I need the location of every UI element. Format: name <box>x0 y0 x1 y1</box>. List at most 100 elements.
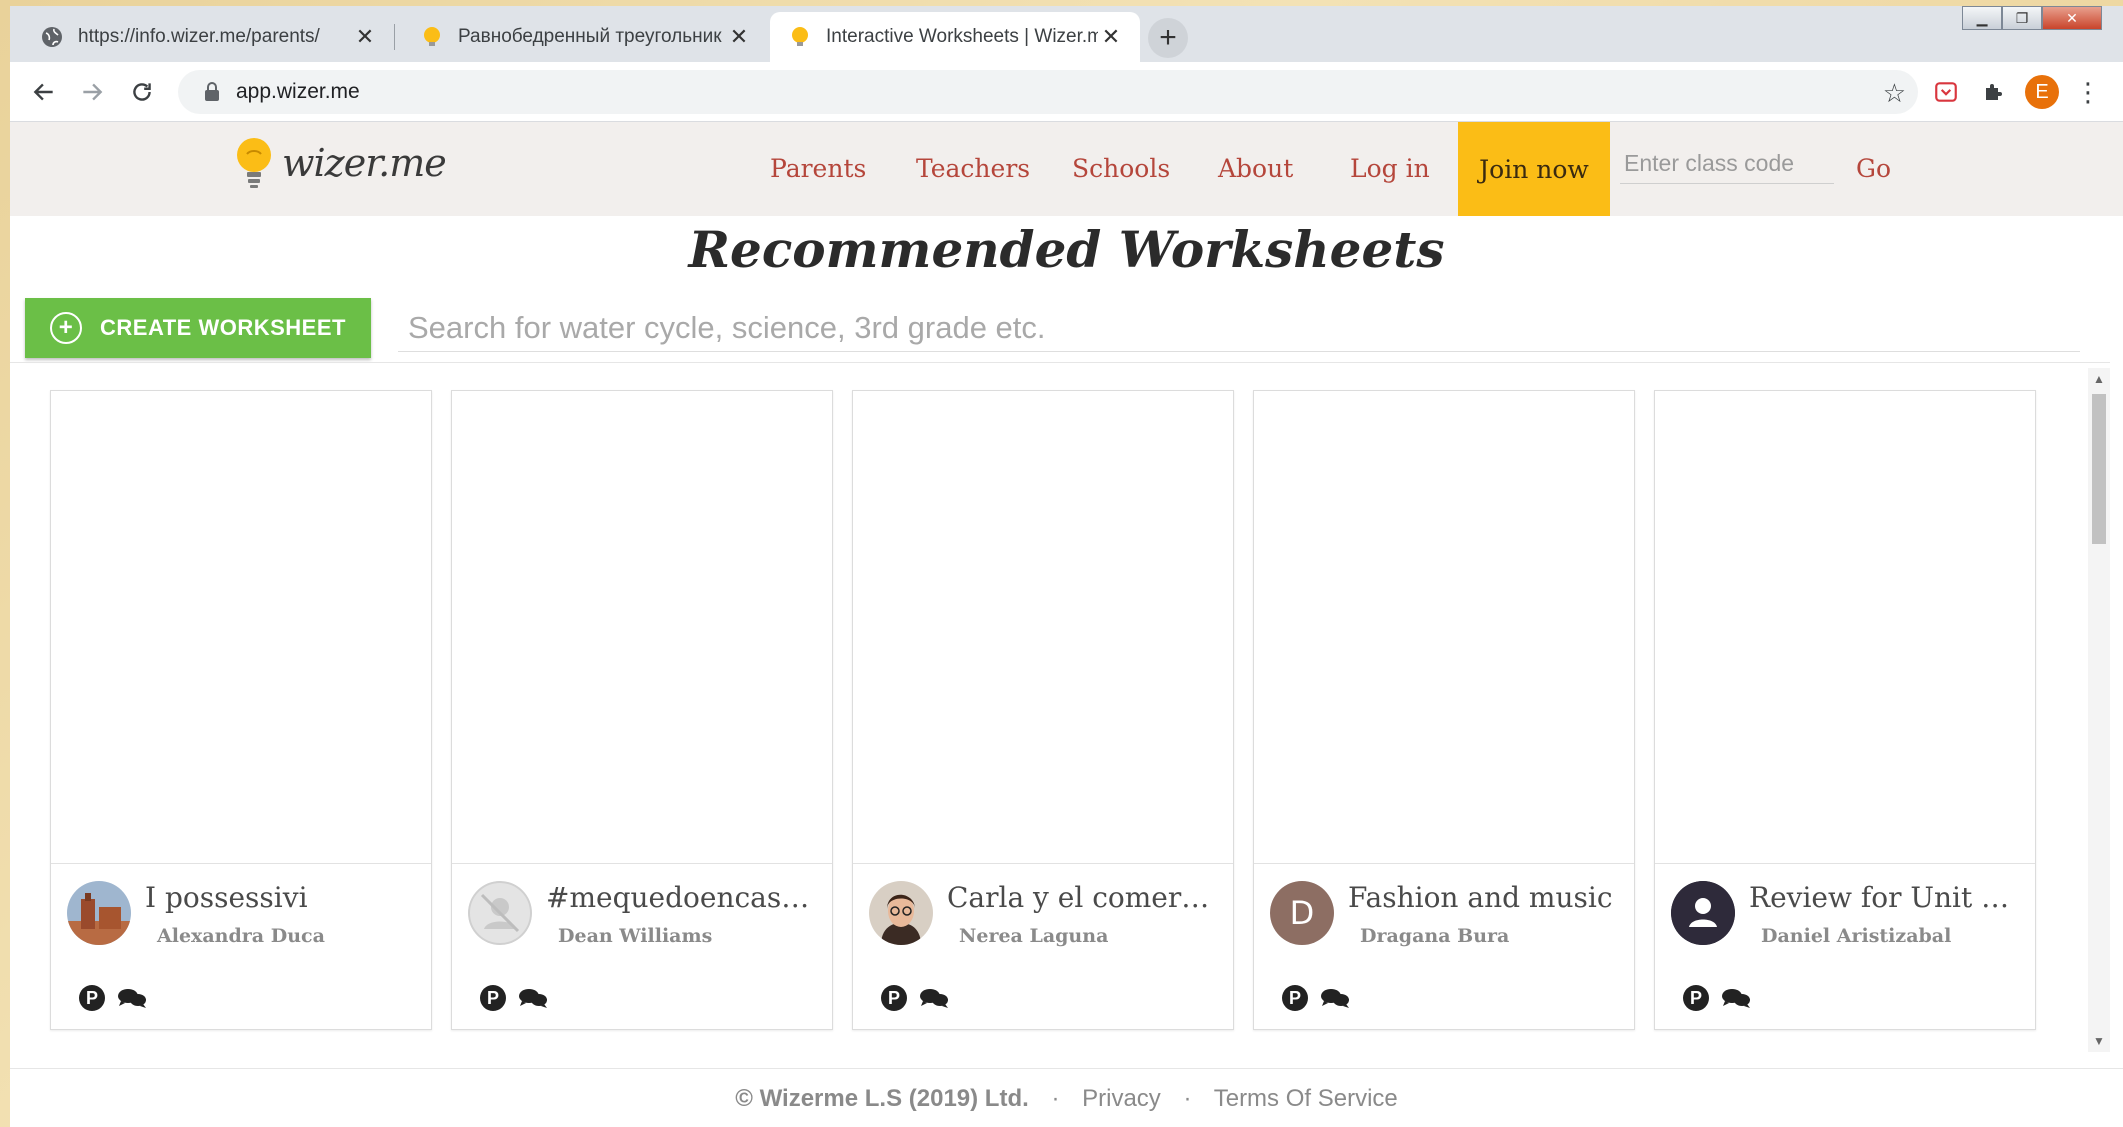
worksheet-thumbnail[interactable] <box>452 391 832 864</box>
close-icon[interactable]: ✕ <box>352 24 378 50</box>
pocket-icon <box>1935 82 1957 102</box>
scrollbar-thumb[interactable] <box>2092 394 2106 544</box>
close-icon[interactable]: ✕ <box>726 24 752 50</box>
scrollbar[interactable]: ▲ ▼ <box>2088 368 2110 1052</box>
minimize-button[interactable]: ▁ <box>1962 6 2002 30</box>
worksheet-title[interactable]: I possessivi <box>145 881 417 914</box>
menu-button[interactable]: ⋮ <box>2068 72 2108 112</box>
nav-login[interactable]: Log in <box>1350 154 1430 183</box>
tab-title: https://info.wizer.me/parents/ <box>78 26 320 47</box>
minimize-icon: ▁ <box>1976 9 1988 26</box>
new-tab-button[interactable]: + <box>1148 18 1188 58</box>
forward-button[interactable] <box>72 72 112 112</box>
profile-button[interactable]: E <box>2022 72 2062 112</box>
puzzle-icon <box>1986 84 2002 100</box>
worksheet-thumbnail[interactable] <box>1655 391 2035 864</box>
star-icon[interactable]: ☆ <box>1883 78 1906 109</box>
card-actions: P <box>79 985 147 1011</box>
author-avatar[interactable]: D <box>1270 881 1334 945</box>
scroll-down-arrow-icon[interactable]: ▼ <box>2088 1034 2110 1048</box>
scroll-up-arrow-icon[interactable]: ▲ <box>2088 372 2110 386</box>
lock-icon <box>205 82 219 101</box>
class-code-input[interactable] <box>1620 144 1834 184</box>
create-worksheet-label: CREATE WORKSHEET <box>100 315 346 340</box>
join-now-button[interactable]: Join now <box>1458 122 1610 216</box>
comments-icon[interactable] <box>117 986 147 1010</box>
comments-icon[interactable] <box>518 986 548 1010</box>
pinterest-icon[interactable]: P <box>1282 985 1308 1011</box>
separator-dot: · <box>1051 1085 1060 1112</box>
nav-about[interactable]: About <box>1218 154 1293 183</box>
tab-strip: https://info.wizer.me/parents/ ✕ Равнобе… <box>10 6 2123 62</box>
terms-link[interactable]: Terms Of Service <box>1214 1085 1398 1112</box>
worksheet-card[interactable]: Carla y el comerci... Nerea Laguna P <box>852 390 1234 1030</box>
restore-button[interactable]: ❐ <box>2002 6 2042 30</box>
comments-icon[interactable] <box>1320 986 1350 1010</box>
search-input[interactable] <box>398 304 2080 352</box>
close-icon[interactable]: ✕ <box>1098 24 1124 50</box>
worksheet-title[interactable]: Fashion and music <box>1348 881 1620 914</box>
reload-icon <box>133 83 151 101</box>
tab-interactive-worksheets[interactable]: Interactive Worksheets | Wizer.m ✕ <box>770 12 1140 62</box>
nav-schools[interactable]: Schools <box>1072 154 1170 183</box>
separator-dot: · <box>1183 1085 1192 1112</box>
pinterest-icon[interactable]: P <box>881 985 907 1011</box>
pinterest-icon[interactable]: P <box>480 985 506 1011</box>
tab-triangle[interactable]: Равнобедренный треугольник | ✕ <box>402 12 768 62</box>
comments-icon[interactable] <box>1721 986 1751 1010</box>
pinterest-icon[interactable]: P <box>79 985 105 1011</box>
worksheet-author[interactable]: Alexandra Duca <box>157 925 325 947</box>
worksheet-thumbnail[interactable] <box>51 391 431 864</box>
author-avatar[interactable] <box>1671 881 1735 945</box>
divider <box>10 362 2110 363</box>
tab-title: Interactive Worksheets | Wizer.m <box>826 26 1098 47</box>
extensions-button[interactable] <box>1974 72 2014 112</box>
worksheet-author[interactable]: Daniel Aristizabal <box>1761 925 1951 947</box>
plus-circle-icon: + <box>50 312 83 344</box>
worksheet-card[interactable]: Review for Unit 2 ... Daniel Aristizabal… <box>1654 390 2036 1030</box>
pinterest-icon[interactable]: P <box>1683 985 1709 1011</box>
wizer-logo[interactable]: wizer.me <box>234 136 447 190</box>
reload-button[interactable] <box>122 72 162 112</box>
close-icon: ✕ <box>2066 9 2078 26</box>
worksheet-author[interactable]: Nerea Laguna <box>959 925 1108 947</box>
worksheet-title[interactable]: Carla y el comerci... <box>947 881 1219 914</box>
author-avatar[interactable] <box>869 881 933 945</box>
address-bar[interactable]: app.wizer.me ☆ <box>178 70 1918 114</box>
go-button[interactable]: Go <box>1856 154 1891 183</box>
more-vertical-icon: ⋮ <box>2075 76 2101 107</box>
worksheet-thumbnail[interactable] <box>1254 391 1634 864</box>
tab-title: Равнобедренный треугольник | <box>458 26 726 47</box>
card-actions: P <box>1282 985 1350 1011</box>
worksheet-author[interactable]: Dean Williams <box>558 925 712 947</box>
person-icon <box>1671 881 1735 945</box>
worksheet-thumbnail[interactable] <box>853 391 1233 864</box>
author-avatar[interactable] <box>67 881 131 945</box>
user-icon <box>468 881 532 945</box>
restore-icon: ❐ <box>2015 9 2029 26</box>
comments-icon[interactable] <box>919 986 949 1010</box>
url-text: app.wizer.me <box>236 80 360 103</box>
worksheet-author[interactable]: Dragana Bura <box>1360 925 1509 947</box>
tab-separator <box>394 24 395 50</box>
tab-info-parents[interactable]: https://info.wizer.me/parents/ ✕ <box>22 12 394 62</box>
worksheet-title[interactable]: Review for Unit 2 ... <box>1749 881 2021 914</box>
worksheet-card[interactable]: I possessivi Alexandra Duca P <box>50 390 432 1030</box>
window-close-button[interactable]: ✕ <box>2042 6 2102 30</box>
worksheet-card[interactable]: #mequedoencasa ... Dean Williams P <box>451 390 833 1030</box>
worksheet-title[interactable]: #mequedoencasa ... <box>546 881 818 914</box>
worksheet-card[interactable]: D Fashion and music Dragana Bura P <box>1253 390 1635 1030</box>
back-button[interactable] <box>24 72 64 112</box>
profile-avatar: E <box>2025 75 2059 109</box>
browser-toolbar: app.wizer.me ☆ E ⋮ <box>10 62 2123 122</box>
bulb-icon <box>786 23 814 51</box>
extension-pocket-button[interactable] <box>1926 72 1966 112</box>
author-avatar[interactable] <box>468 881 532 945</box>
nav-teachers[interactable]: Teachers <box>916 154 1030 183</box>
copyright-text: © Wizerme L.S (2019) Ltd. <box>735 1085 1029 1112</box>
nav-parents[interactable]: Parents <box>770 154 866 183</box>
footer: © Wizerme L.S (2019) Ltd. · Privacy · Te… <box>10 1068 2123 1127</box>
card-actions: P <box>1683 985 1751 1011</box>
privacy-link[interactable]: Privacy <box>1082 1085 1161 1112</box>
create-worksheet-button[interactable]: + CREATE WORKSHEET <box>25 298 371 358</box>
